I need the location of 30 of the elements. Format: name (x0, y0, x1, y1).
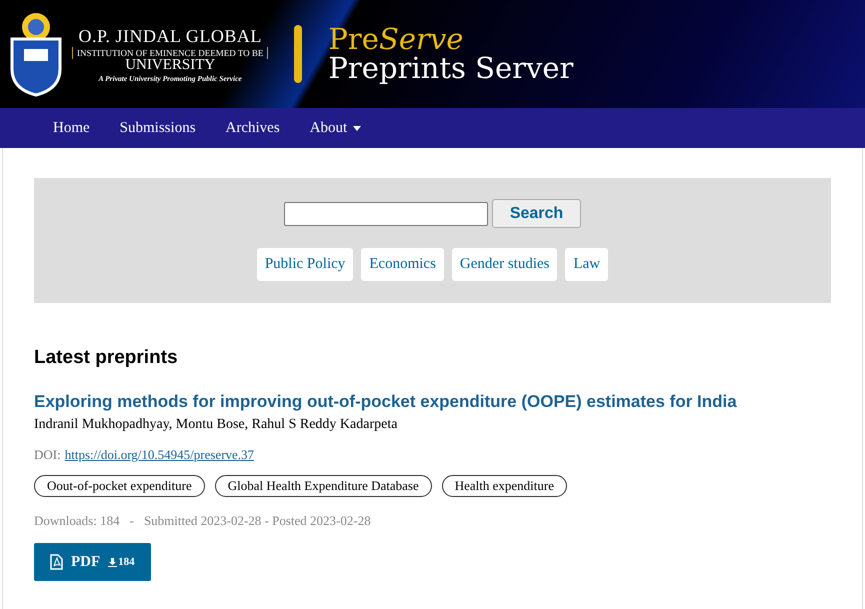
category-link[interactable]: Gender studies (452, 248, 558, 281)
downloads-count: Downloads: 184 (34, 513, 120, 529)
download-icon (108, 558, 118, 566)
preprint-title[interactable]: Exploring methods for improving out-of-pocket expenditure (OOPE) estimates for India (34, 392, 831, 412)
dates: Submitted 2023-02-28 - Posted 2023-02-28 (144, 513, 371, 529)
keyword-tag: Global Health Expenditure Database (214, 475, 432, 497)
category-link[interactable]: Public Policy (256, 248, 354, 281)
separator: - (130, 513, 134, 529)
authors: Indranil Mukhopadhyay, Montu Bose, Rahul S Reddy Kadarpeta (34, 417, 398, 433)
logo-text: UNIVERSITY (125, 56, 216, 74)
doi-label: DOI: (34, 447, 61, 463)
divider-bar (294, 25, 302, 83)
pdf-file-icon (50, 554, 63, 570)
site-subtitle: Preprints Server (328, 54, 574, 83)
nav-link[interactable]: About (294, 120, 376, 136)
search-button[interactable]: Search (492, 199, 582, 228)
nav-link[interactable]: Archives (210, 120, 295, 136)
category-link[interactable]: Law (565, 248, 608, 281)
search-field[interactable] (284, 202, 488, 226)
caret-icon (353, 126, 362, 130)
section-heading: Latest preprints (34, 347, 179, 369)
keyword-tag: Oout-of-pocket expenditure (34, 475, 205, 497)
logo-text: O.P. JINDAL GLOBAL (78, 26, 262, 46)
site-title: PreServe (328, 25, 464, 54)
category-link[interactable]: Economics (361, 248, 444, 281)
doi-link[interactable]: https://doi.org/10.54945/preserve.37 (64, 447, 254, 463)
logo-text: INSTITUTION OF EMINENCE DEEMED TO BE (72, 46, 268, 58)
nav-link[interactable]: Submissions (104, 120, 211, 136)
nav-link[interactable]: Home (38, 120, 105, 136)
keyword-tag: Health expenditure (442, 475, 567, 497)
